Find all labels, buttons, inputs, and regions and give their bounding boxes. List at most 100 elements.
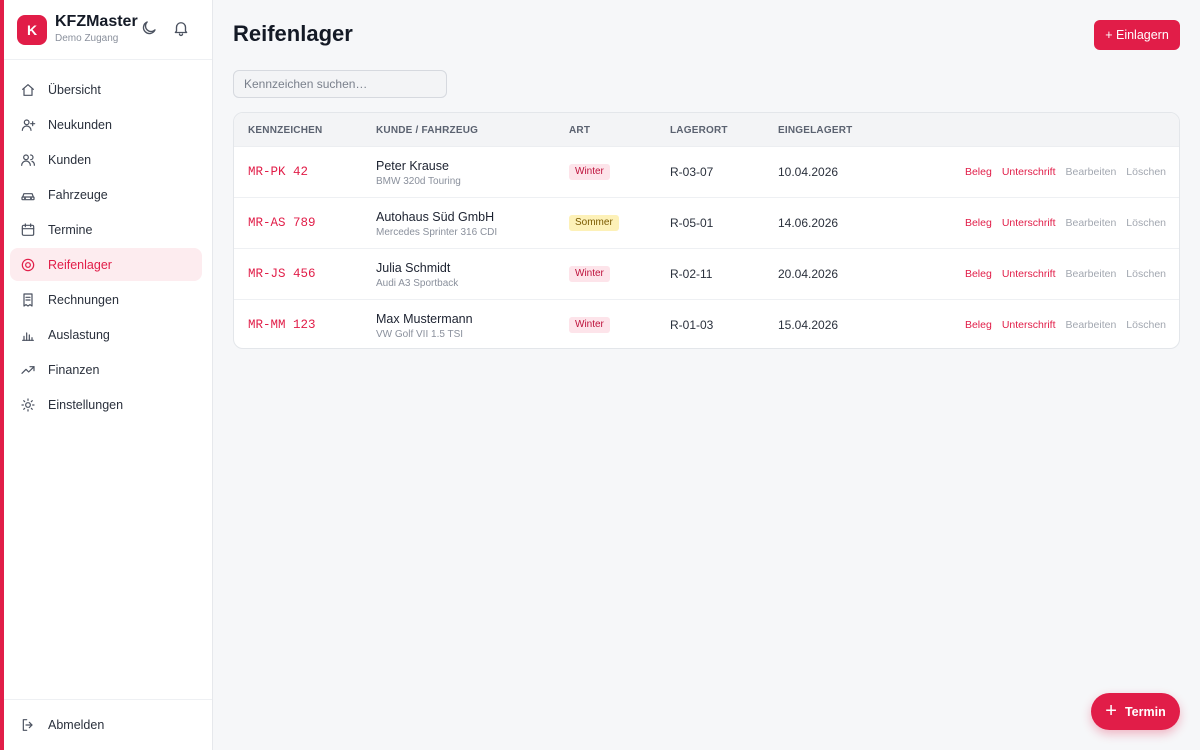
customer-cell: Max Mustermann VW Golf VII 1.5 TSI — [376, 311, 473, 341]
customer-name: Max Mustermann — [376, 312, 473, 326]
bar-chart-icon — [20, 327, 36, 343]
sidebar-item-label: Einstellungen — [48, 397, 124, 412]
sidebar-item-rechnungen[interactable]: Rechnungen — [10, 283, 202, 316]
row-actions: Beleg Unterschrift Bearbeiten Löschen — [965, 217, 1166, 229]
table-body: MR-PK 42 Peter Krause BMW 320d Touring Wint… — [234, 147, 1179, 348]
sidebar-item-einstellungen[interactable]: Einstellungen — [10, 388, 202, 421]
customer-cell: Peter Krause BMW 320d Touring — [376, 158, 461, 188]
customer-name: Autohaus Süd GmbH — [376, 210, 495, 224]
stored-date: 15.04.2026 — [778, 318, 839, 332]
receipt-link[interactable]: Beleg — [965, 319, 992, 331]
logout-icon — [20, 717, 36, 733]
customer-cell: Julia Schmidt Audi A3 Sportback — [376, 260, 458, 290]
signature-link[interactable]: Unterschrift — [1002, 268, 1056, 280]
sidebar-item-fahrzeuge[interactable]: Fahrzeuge — [10, 178, 202, 211]
table-header: KENNZEICHEN KUNDE / FAHRZEUG ART LAGEROR… — [234, 113, 1179, 147]
receipt-link[interactable]: Beleg — [965, 268, 992, 280]
users-icon — [20, 152, 36, 168]
sidebar-item-termine[interactable]: Termine — [10, 213, 202, 246]
logout-label: Abmelden — [48, 718, 105, 732]
sidebar-nav: Übersicht Neukunden Kunden Fahrzeuge Termine… — [4, 60, 212, 421]
sidebar-item-finanzen[interactable]: Finanzen — [10, 353, 202, 386]
row-actions: Beleg Unterschrift Bearbeiten Löschen — [965, 319, 1166, 331]
signature-link[interactable]: Unterschrift — [1002, 166, 1056, 178]
brand-header: K KFZMaster Demo Zugang — [4, 0, 212, 60]
col-stored-date[interactable]: EINGELAGERT — [778, 125, 852, 136]
add-storage-button[interactable]: + Einlagern — [1094, 20, 1180, 50]
storage-location: R-01-03 — [670, 318, 714, 332]
vehicle-model: VW Golf VII 1.5 TSI — [376, 329, 464, 340]
signature-link[interactable]: Unterschrift — [1002, 217, 1056, 229]
vehicle-model: Mercedes Sprinter 316 CDI — [376, 227, 498, 238]
app-logo[interactable]: K — [17, 14, 47, 45]
edit-link[interactable]: Bearbeiten — [1066, 268, 1117, 280]
row-actions: Beleg Unterschrift Bearbeiten Löschen — [965, 268, 1166, 280]
car-icon — [20, 187, 36, 203]
edit-link[interactable]: Bearbeiten — [1066, 166, 1117, 178]
plate-number[interactable]: MR-JS 456 — [248, 267, 316, 281]
user-plus-icon — [20, 117, 36, 133]
main-content: Reifenlager + Einlagern KENNZEICHEN KUND… — [213, 0, 1200, 750]
account-subtitle: Demo Zugang — [55, 33, 119, 44]
delete-link[interactable]: Löschen — [1126, 166, 1166, 178]
sidebar-item-label: Neukunden — [48, 117, 112, 132]
sidebar-item-reifenlager[interactable]: Reifenlager — [10, 248, 202, 281]
row-actions: Beleg Unterschrift Bearbeiten Löschen — [965, 166, 1166, 178]
sidebar-item-label: Fahrzeuge — [48, 187, 108, 202]
receipt-link[interactable]: Beleg — [965, 217, 992, 229]
sun-gear-icon — [20, 397, 36, 413]
edit-link[interactable]: Bearbeiten — [1066, 217, 1117, 229]
delete-link[interactable]: Löschen — [1126, 268, 1166, 280]
target-icon — [20, 257, 36, 273]
sidebar-item-auslastung[interactable]: Auslastung — [10, 318, 202, 351]
customer-name: Peter Krause — [376, 159, 449, 173]
sidebar-item-label: Termine — [48, 222, 93, 237]
stored-date: 10.04.2026 — [778, 165, 839, 179]
sidebar-item-label: Übersicht — [48, 82, 101, 97]
tire-type-badge: Sommer — [569, 215, 619, 231]
bell-icon[interactable] — [172, 19, 190, 37]
customer-cell: Autohaus Süd GmbH Mercedes Sprinter 316 C… — [376, 209, 497, 239]
sidebar-item-label: Reifenlager — [48, 257, 112, 272]
sidebar-item-neukunden[interactable]: Neukunden — [10, 108, 202, 141]
vehicle-model: Audi A3 Sportback — [376, 278, 459, 289]
table-row[interactable]: MR-MM 123 Max Mustermann VW Golf VII 1.5 T… — [234, 300, 1179, 348]
page-title: Reifenlager — [233, 21, 353, 46]
col-location[interactable]: LAGERORT — [670, 125, 728, 136]
receipt-link[interactable]: Beleg — [965, 166, 992, 178]
edit-link[interactable]: Bearbeiten — [1066, 319, 1117, 331]
tire-storage-table: KENNZEICHEN KUNDE / FAHRZEUG ART LAGEROR… — [233, 112, 1180, 349]
logout-button[interactable]: Abmelden — [4, 699, 212, 750]
table-row[interactable]: MR-JS 456 Julia Schmidt Audi A3 Sportback W… — [234, 249, 1179, 300]
delete-link[interactable]: Löschen — [1126, 319, 1166, 331]
table-row[interactable]: MR-PK 42 Peter Krause BMW 320d Touring Wint… — [234, 147, 1179, 198]
new-appointment-button[interactable]: + Termin — [1091, 693, 1180, 730]
delete-link[interactable]: Löschen — [1126, 217, 1166, 229]
storage-location: R-05-01 — [670, 216, 714, 230]
sidebar-item-kunden[interactable]: Kunden — [10, 143, 202, 176]
col-plate[interactable]: KENNZEICHEN — [248, 125, 322, 136]
col-customer-vehicle[interactable]: KUNDE / FAHRZEUG — [376, 125, 478, 136]
tire-type-badge: Winter — [569, 317, 610, 333]
plus-icon: + — [1105, 699, 1117, 722]
new-appointment-label: Termin — [1124, 704, 1166, 719]
customer-name: Julia Schmidt — [376, 261, 451, 275]
sidebar-item-label: Kunden — [48, 152, 92, 167]
trending-up-icon — [20, 362, 36, 378]
plate-number[interactable]: MR-AS 789 — [248, 216, 316, 230]
moon-icon[interactable] — [140, 19, 158, 37]
col-type[interactable]: ART — [569, 125, 590, 136]
table-row[interactable]: MR-AS 789 Autohaus Süd GmbH Mercedes Sprin… — [234, 198, 1179, 249]
sidebar-item-label: Auslastung — [48, 327, 110, 342]
app-name: KFZMaster — [55, 13, 138, 30]
stored-date: 14.06.2026 — [778, 216, 839, 230]
plate-number[interactable]: MR-PK 42 — [248, 165, 308, 179]
storage-location: R-02-11 — [670, 267, 713, 281]
signature-link[interactable]: Unterschrift — [1002, 319, 1056, 331]
stored-date: 20.04.2026 — [778, 267, 839, 281]
sidebar-item-label: Finanzen — [48, 362, 100, 377]
sidebar-item--bersicht[interactable]: Übersicht — [10, 73, 202, 106]
plate-search-input[interactable] — [233, 70, 447, 98]
plate-number[interactable]: MR-MM 123 — [248, 318, 316, 332]
vehicle-model: BMW 320d Touring — [376, 176, 461, 187]
